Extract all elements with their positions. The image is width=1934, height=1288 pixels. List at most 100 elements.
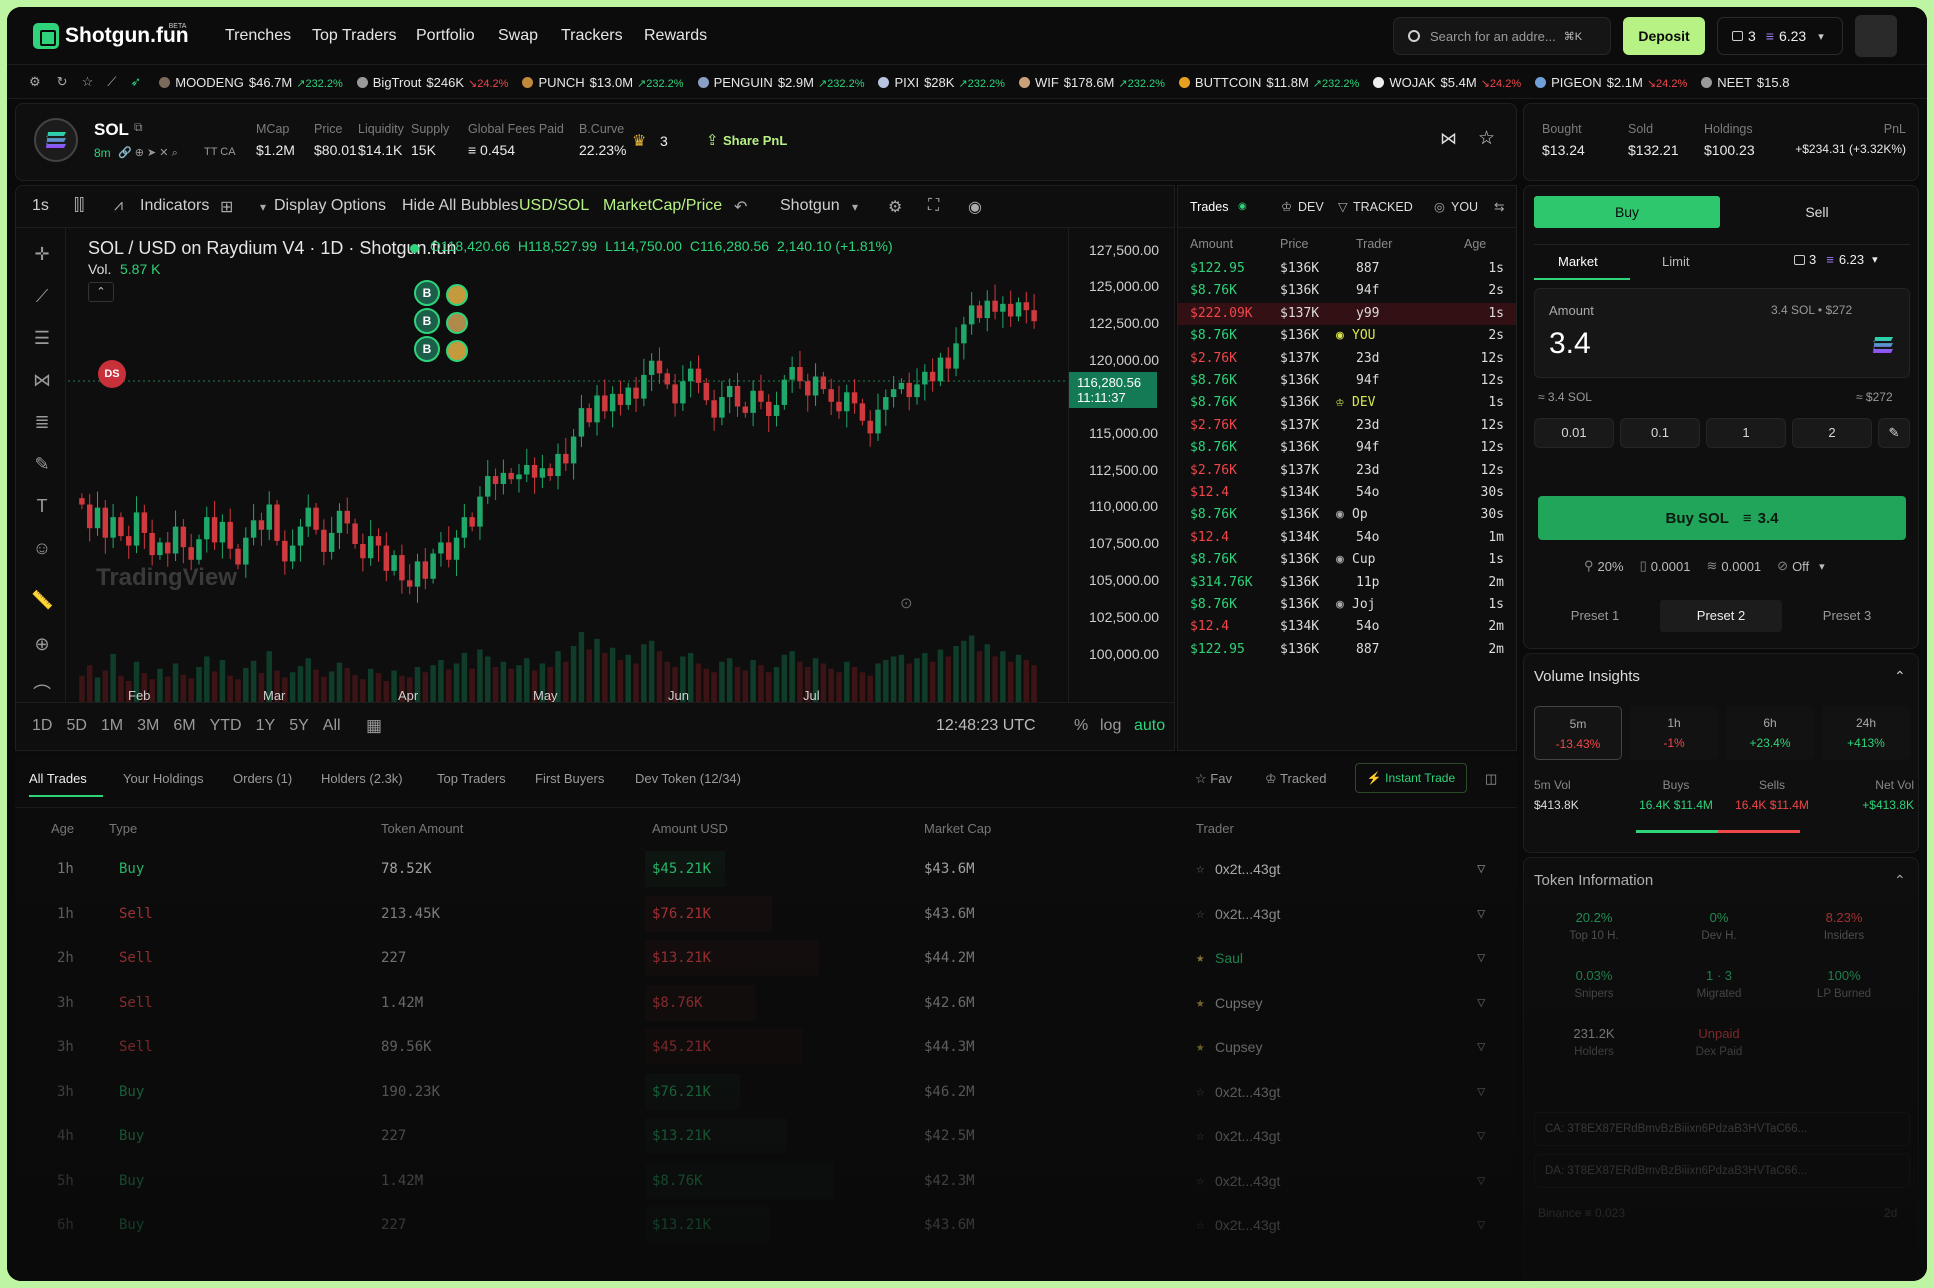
- trade-row[interactable]: $8.76K $136K 94f 12s: [1178, 437, 1516, 459]
- star-icon[interactable]: ☆: [1196, 906, 1204, 922]
- dev-sell-marker[interactable]: DS: [98, 360, 126, 388]
- table-row[interactable]: 2h Sell 227 $13.21K $44.2M ★ Saul ▽: [15, 936, 1517, 980]
- star-icon[interactable]: ★: [1196, 1039, 1204, 1055]
- star-icon[interactable]: ★: [1196, 995, 1204, 1011]
- brand-logo[interactable]: Shotgun.fun BETA: [33, 21, 189, 51]
- range-button[interactable]: 5Y: [289, 717, 309, 735]
- share-pnl-button[interactable]: Share PnL: [723, 133, 787, 148]
- ticker-item[interactable]: PUNCH $13.0M ↗232.2%: [522, 75, 684, 90]
- ticker-item[interactable]: BigTrout $246K ↘24.2%: [356, 75, 508, 90]
- swap-icon[interactable]: ⇆: [1494, 199, 1504, 214]
- preset-tab-2[interactable]: Preset 2: [1660, 600, 1782, 632]
- source-selector[interactable]: Shotgun: [780, 197, 840, 215]
- row-trader[interactable]: 0x2t...43gt: [1215, 1084, 1280, 1100]
- collapse-chevron-icon[interactable]: ⌃: [1894, 872, 1906, 889]
- hide-bubbles-button[interactable]: Hide All Bubbles: [402, 197, 519, 215]
- col-market-cap[interactable]: Market Cap: [924, 821, 991, 836]
- star-icon[interactable]: ☆: [82, 74, 94, 90]
- percent-toggle[interactable]: %: [1074, 717, 1088, 735]
- buy-bubble[interactable]: B: [414, 336, 440, 362]
- share-network-icon[interactable]: ⋈: [1440, 129, 1457, 149]
- trade-trader[interactable]: 23d: [1356, 351, 1379, 366]
- usd-sol-toggle[interactable]: USD/SOL: [519, 197, 589, 215]
- table-row[interactable]: 3h Buy 190.23K $76.21K $46.2M ☆ 0x2t...43gt ▽: [15, 1070, 1517, 1114]
- trade-row[interactable]: $2.76K $137K 23d 12s: [1178, 415, 1516, 437]
- trade-trader[interactable]: 23d: [1356, 418, 1379, 433]
- volume-period-tab[interactable]: 5m -13.43%: [1534, 706, 1622, 760]
- wallet-selector[interactable]: 3 ≡ 6.23 ▾: [1717, 17, 1843, 55]
- nav-link-swap[interactable]: Swap: [498, 27, 538, 45]
- filter-icon[interactable]: ▽: [1477, 1217, 1485, 1233]
- trade-trader[interactable]: 887: [1356, 261, 1379, 276]
- trade-row[interactable]: $8.76K $136K ◉ Cup 1s: [1178, 549, 1516, 571]
- range-button[interactable]: 1D: [32, 717, 52, 735]
- nav-link-portfolio[interactable]: Portfolio: [416, 27, 475, 45]
- sell-tab[interactable]: Sell: [1724, 196, 1910, 228]
- ticker-item[interactable]: PENGUIN $2.9M ↗232.2%: [697, 75, 864, 90]
- copy-icon[interactable]: ⧉: [134, 120, 143, 135]
- camera-icon[interactable]: ◉: [968, 197, 982, 217]
- trade-trader[interactable]: 54o: [1356, 530, 1379, 545]
- deposit-button[interactable]: Deposit: [1623, 17, 1705, 55]
- display-options-button[interactable]: Display Options: [274, 197, 386, 215]
- trade-row[interactable]: $222.09K $137K y99 1s: [1178, 302, 1516, 325]
- row-trader[interactable]: Saul: [1215, 950, 1243, 966]
- tab-orders[interactable]: Orders (1): [233, 771, 292, 786]
- range-button[interactable]: 5D: [66, 717, 86, 735]
- interval-selector[interactable]: 1s: [32, 197, 49, 215]
- trade-trader[interactable]: Op: [1352, 507, 1368, 522]
- log-toggle[interactable]: log: [1100, 717, 1121, 735]
- star-icon[interactable]: ☆: [1196, 1084, 1204, 1100]
- amount-input[interactable]: Amount 3.4 SOL • $272 3.4: [1534, 288, 1910, 378]
- range-button[interactable]: All: [323, 717, 341, 735]
- row-trader[interactable]: 0x2t...43gt: [1215, 861, 1280, 877]
- filter-icon[interactable]: ▽: [1477, 1084, 1485, 1100]
- tab-you[interactable]: YOU: [1451, 200, 1478, 214]
- col-price[interactable]: Price: [1280, 237, 1308, 251]
- star-icon[interactable]: ☆: [1196, 1128, 1204, 1144]
- filter-icon[interactable]: ▽: [1477, 1039, 1485, 1055]
- ticker-item[interactable]: WOJAK $5.4M ↘24.2%: [1373, 75, 1521, 90]
- trade-settings[interactable]: ⚲ 20% ▯ 0.0001 ≋ 0.0001 ⊘ Off ▾: [1584, 558, 1825, 574]
- trade-row[interactable]: $12.4 $134K 54o 1m: [1178, 527, 1516, 549]
- panel-toggle-icon[interactable]: ◫: [1485, 771, 1497, 787]
- table-row[interactable]: 3h Sell 1.42M $8.76K $42.6M ★ Cupsey ▽: [15, 981, 1517, 1025]
- col-trader[interactable]: Trader: [1356, 237, 1392, 251]
- auto-toggle[interactable]: auto: [1134, 717, 1165, 735]
- nav-link-rewards[interactable]: Rewards: [644, 27, 707, 45]
- buy-bubble[interactable]: B: [414, 280, 440, 306]
- filter-icon[interactable]: ▽: [1477, 1173, 1485, 1189]
- volume-period-tab[interactable]: 6h +23.4%: [1726, 706, 1814, 760]
- nav-link-trackers[interactable]: Trackers: [561, 27, 623, 45]
- tab-tracked[interactable]: TRACKED: [1353, 200, 1413, 214]
- user-avatar[interactable]: [1855, 15, 1897, 57]
- trader-avatar-icon[interactable]: [446, 284, 468, 306]
- ticker-item[interactable]: PIXI $28K ↗232.2%: [878, 75, 1005, 90]
- emoji-icon[interactable]: ☺: [31, 538, 53, 560]
- ticker-item[interactable]: WIF $178.6M ↗232.2%: [1018, 75, 1165, 90]
- fav-filter[interactable]: ☆ Fav: [1195, 771, 1232, 787]
- trade-row[interactable]: $8.76K $136K 94f 12s: [1178, 370, 1516, 392]
- tracked-filter[interactable]: ♔ Tracked: [1265, 771, 1327, 787]
- trade-row[interactable]: $8.76K $136K ◉ YOU 2s: [1178, 325, 1516, 347]
- trade-row[interactable]: $8.76K $136K ♔ DEV 1s: [1178, 392, 1516, 414]
- trade-row[interactable]: $314.76K $136K 11p 2m: [1178, 572, 1516, 594]
- filter-icon[interactable]: ▽: [1477, 861, 1485, 877]
- tab-holders[interactable]: Holders (2.3k): [321, 771, 403, 786]
- trade-row[interactable]: $2.76K $137K 23d 12s: [1178, 348, 1516, 370]
- table-row[interactable]: 1h Sell 213.45K $76.21K $43.6M ☆ 0x2t...43gt ▽: [15, 892, 1517, 936]
- row-trader[interactable]: 0x2t...43gt: [1215, 1217, 1280, 1233]
- trade-row[interactable]: $8.76K $136K ◉ Op 30s: [1178, 504, 1516, 526]
- row-trader[interactable]: 0x2t...43gt: [1215, 1173, 1280, 1189]
- trade-trader[interactable]: 54o: [1356, 485, 1379, 500]
- limit-tab[interactable]: Limit: [1662, 254, 1689, 269]
- tab-trades[interactable]: Trades: [1190, 200, 1228, 214]
- horizontal-lines-icon[interactable]: ☰: [31, 328, 53, 350]
- volume-period-tab[interactable]: 24h +413%: [1822, 706, 1910, 760]
- price-plot[interactable]: Feb Mar Apr May Jun Jul SOL / USD on Raydium …: [68, 228, 1068, 703]
- ticker-item[interactable]: MOODENG $46.7M ↗232.2%: [159, 75, 343, 90]
- filter-icon[interactable]: ▽: [1477, 950, 1485, 966]
- star-icon[interactable]: ☆: [1196, 1217, 1204, 1233]
- trade-trader[interactable]: Joj: [1352, 597, 1375, 612]
- row-trader[interactable]: Cupsey: [1215, 1039, 1262, 1055]
